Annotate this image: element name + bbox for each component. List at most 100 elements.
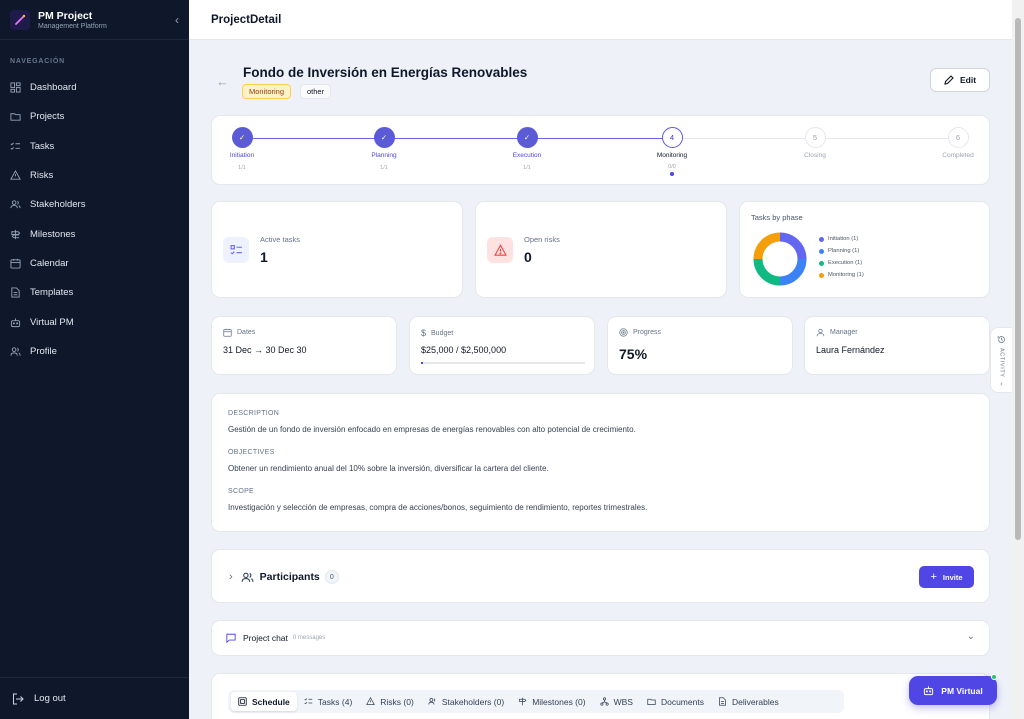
sidebar-item-dashboard[interactable]: Dashboard: [0, 73, 189, 102]
collapse-sidebar-icon[interactable]: ‹: [175, 13, 179, 27]
phase-number: 4: [661, 127, 683, 148]
wbs-icon: [599, 697, 609, 706]
legend-label: Planning (1): [828, 248, 860, 254]
chevron-down-icon[interactable]: ⌄: [967, 631, 975, 642]
tasks-by-phase-title: Tasks by phase: [751, 213, 803, 222]
user-icon: [816, 328, 825, 337]
tab-label: Risks (0): [380, 696, 414, 707]
sidebar-item-calendar[interactable]: Calendar: [0, 249, 189, 278]
profile-icon: [10, 347, 21, 356]
sidebar-item-label: Milestones: [30, 228, 76, 240]
phase-step-closing[interactable]: 5 Closing: [785, 127, 845, 159]
tab-wbs[interactable]: WBS: [593, 692, 640, 711]
tasks-by-phase-card: Tasks by phase Initiation (1) Planning (…: [739, 201, 990, 298]
sidebar-item-label: Virtual PM: [30, 316, 74, 328]
nav-section-label: NAVEGACIÓN: [10, 58, 65, 65]
manager-card: Manager Laura Fernández: [804, 316, 990, 375]
sidebar-item-virtual-pm[interactable]: Virtual PM: [0, 307, 189, 336]
type-badge: other: [300, 84, 332, 99]
dollar-icon: $: [421, 328, 427, 338]
budget-progress-fill: [421, 362, 423, 364]
edit-button-label: Edit: [959, 75, 977, 85]
tab-risks[interactable]: Risks (0): [359, 692, 421, 711]
sidebar-header: PM Project Management Platform ‹: [0, 0, 189, 40]
stat-label-row: Dates: [223, 328, 255, 337]
tasks-metric-icon: [223, 237, 249, 263]
dates-value: 31 Dec → 30 Dec 30: [223, 345, 307, 355]
phase-label: Monitoring: [656, 152, 688, 159]
sidebar-item-label: Projects: [30, 111, 65, 123]
main-content: ← Fondo de Inversión en Energías Renovab…: [189, 40, 1012, 719]
legend-initiation: Initiation (1): [819, 236, 858, 242]
stat-label-row: $ Budget: [421, 328, 453, 338]
activity-label: ACTIVITY: [998, 348, 1005, 378]
sidebar-item-milestones[interactable]: Milestones: [0, 219, 189, 248]
project-details-card: DESCRIPTION Gestión de un fondo de inver…: [211, 393, 990, 532]
dashboard-icon: [10, 82, 21, 93]
legend-execution: Execution (1): [819, 260, 862, 266]
phase-label: Initiation: [229, 152, 255, 159]
tab-documents[interactable]: Documents: [640, 692, 711, 711]
tab-schedule[interactable]: Schedule: [231, 692, 297, 711]
risks-metric-icon: [487, 237, 513, 263]
logo: [10, 9, 30, 30]
tab-deliverables[interactable]: Deliverables: [711, 692, 786, 711]
sidebar-item-templates[interactable]: Templates: [0, 278, 189, 307]
check-icon: ✓: [373, 127, 395, 148]
activity-side-tab[interactable]: ACTIVITY ‹: [990, 327, 1012, 393]
online-status-dot: [991, 674, 997, 680]
phase-step-execution[interactable]: ✓ Execution 1/1: [497, 127, 557, 171]
document-icon: [11, 287, 20, 298]
phase-step-planning[interactable]: ✓ Planning 1/1: [354, 127, 414, 171]
chevron-left-icon: ‹: [1000, 380, 1003, 388]
bot-icon: [924, 686, 934, 696]
donut-slice-3: [753, 232, 781, 260]
phase-step-initiation[interactable]: ✓ Initiation 1/1: [212, 127, 272, 171]
active-tasks-card: Active tasks 1: [211, 201, 463, 298]
warning-icon: [10, 170, 21, 180]
budget-card: $ Budget $25,000 / $2,500,000: [409, 316, 595, 375]
edit-button[interactable]: Edit: [930, 68, 990, 92]
legend-label: Initiation (1): [828, 236, 859, 242]
sidebar-item-risks[interactable]: Risks: [0, 161, 189, 190]
project-title: Fondo de Inversión en Energías Renovable…: [243, 65, 528, 80]
chat-title: Project chat: [243, 633, 288, 643]
legend-swatch: [819, 236, 824, 242]
status-badge: Monitoring: [242, 84, 292, 99]
warning-icon: [493, 243, 507, 256]
tab-stakeholders[interactable]: Stakeholders (0): [421, 692, 511, 711]
description-text: Gestión de un fondo de inversión enfocad…: [228, 425, 636, 434]
sidebar-item-stakeholders[interactable]: Stakeholders: [0, 190, 189, 219]
scrollbar-thumb[interactable]: [1015, 18, 1021, 540]
description-heading: DESCRIPTION: [228, 410, 280, 417]
project-chat-card[interactable]: Project chat 0 messages ⌄: [211, 620, 990, 656]
page-scrollbar[interactable]: [1012, 0, 1024, 719]
stakeholders-icon: [428, 698, 436, 705]
sidebar-item-label: Calendar: [30, 257, 69, 269]
tab-label: Milestones (0): [532, 696, 586, 707]
back-arrow-icon[interactable]: ←: [216, 74, 229, 89]
stat-label: Budget: [431, 329, 454, 337]
objectives-heading: OBJECTIVES: [228, 449, 275, 456]
pm-virtual-button[interactable]: PM Virtual: [909, 676, 997, 705]
sidebar-item-profile[interactable]: Profile: [0, 337, 189, 366]
sidebar-item-tasks[interactable]: Tasks: [0, 132, 189, 161]
phase-step-monitoring[interactable]: 4 Monitoring 0/0: [642, 127, 702, 176]
phase-step-completed[interactable]: 6 Completed: [928, 127, 988, 159]
invite-button[interactable]: + Invite: [919, 566, 974, 588]
page-header-title: ProjectDetail: [211, 13, 282, 26]
legend-label: Execution (1): [828, 260, 863, 266]
sidebar-item-label: Dashboard: [30, 82, 77, 94]
phase-number: 5: [804, 127, 826, 148]
sidebar-item-label: Risks: [30, 170, 54, 182]
logout-icon: [13, 693, 24, 704]
logout-button[interactable]: Log out: [0, 677, 189, 719]
sidebar-item-projects[interactable]: Projects: [0, 102, 189, 131]
stepper-progress-line: [242, 138, 672, 139]
participants-toggle[interactable]: › Participants 0: [229, 570, 339, 584]
schedule-icon: [238, 697, 247, 706]
phase-label: Execution: [512, 152, 542, 159]
phase-count: 1/1: [238, 165, 246, 171]
tab-milestones[interactable]: Milestones (0): [511, 692, 592, 711]
tab-tasks[interactable]: Tasks (4): [297, 692, 359, 711]
